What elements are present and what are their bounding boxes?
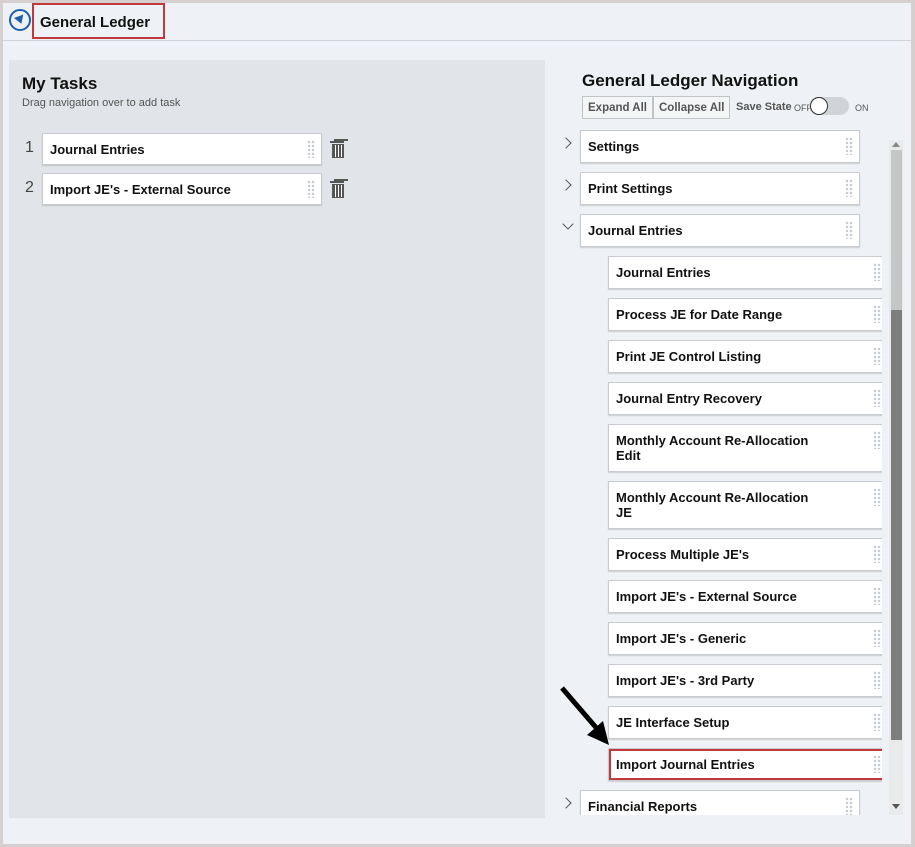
trash-icon[interactable] xyxy=(330,140,344,158)
drag-handle-icon[interactable] xyxy=(873,347,881,365)
drag-handle-icon[interactable] xyxy=(845,797,853,815)
nav-item[interactable]: Process Multiple JE's xyxy=(552,538,882,571)
nav-item[interactable]: Settings xyxy=(552,130,882,163)
nav-item-label: Process JE for Date Range xyxy=(616,307,783,322)
nav-item[interactable]: Monthly Account Re-Allocation Edit xyxy=(552,424,882,472)
chevron-down-icon[interactable] xyxy=(562,218,574,230)
nav-item-card[interactable]: Process Multiple JE's xyxy=(608,538,882,571)
drag-handle-icon[interactable] xyxy=(873,545,881,563)
nav-item[interactable]: Import JE's - Generic xyxy=(552,622,882,655)
scroll-down-icon[interactable] xyxy=(892,804,900,809)
annotation-arrow-icon xyxy=(560,686,609,745)
nav-item[interactable]: Financial Reports xyxy=(552,790,882,815)
drag-handle-icon[interactable] xyxy=(845,137,853,155)
scrollbar-thumb[interactable] xyxy=(891,310,902,740)
nav-item[interactable]: Monthly Account Re-Allocation JE xyxy=(552,481,882,529)
task-label: Import JE's - External Source xyxy=(50,182,231,197)
drag-handle-icon[interactable] xyxy=(307,140,315,158)
drag-handle-icon[interactable] xyxy=(873,431,881,449)
nav-item-card[interactable]: Monthly Account Re-Allocation JE xyxy=(608,481,882,529)
nav-item-card[interactable]: JE Interface Setup xyxy=(608,706,882,739)
nav-item-label: Import JE's - 3rd Party xyxy=(616,673,755,688)
nav-item-card[interactable]: Import JE's - External Source xyxy=(608,580,882,613)
nav-title: General Ledger Navigation xyxy=(582,71,799,90)
drag-handle-icon[interactable] xyxy=(873,629,881,647)
task-number: 1 xyxy=(25,139,34,156)
drag-handle-icon[interactable] xyxy=(845,179,853,197)
nav-item-card[interactable]: Process JE for Date Range xyxy=(608,298,882,331)
task-row[interactable]: 1 Journal Entries xyxy=(9,133,369,165)
toggle-on-label: ON xyxy=(855,103,869,113)
scrollbar[interactable] xyxy=(889,140,903,815)
task-number: 2 xyxy=(25,179,34,196)
drag-handle-icon[interactable] xyxy=(873,305,881,323)
chevron-right-icon[interactable] xyxy=(560,179,572,191)
nav-item[interactable]: Journal Entries xyxy=(552,214,882,247)
nav-item[interactable]: Journal Entry Recovery xyxy=(552,382,882,415)
my-tasks-title: My Tasks xyxy=(22,74,98,93)
nav-item-label: Settings xyxy=(588,139,640,154)
my-tasks-subtitle: Drag navigation over to add task xyxy=(22,97,181,109)
drag-handle-icon[interactable] xyxy=(873,488,881,506)
nav-item-label: Journal Entry Recovery xyxy=(616,391,762,406)
nav-item[interactable]: Journal Entries xyxy=(552,256,882,289)
nav-item-label: Import JE's - External Source xyxy=(616,589,797,604)
my-tasks-panel: My Tasks Drag navigation over to add tas… xyxy=(9,60,545,818)
drag-handle-icon[interactable] xyxy=(845,221,853,239)
nav-item-card[interactable]: Print Settings xyxy=(580,172,860,205)
nav-item-label: JE Interface Setup xyxy=(616,715,730,730)
nav-item[interactable]: Print Settings xyxy=(552,172,882,205)
task-row[interactable]: 2 Import JE's - External Source xyxy=(9,173,369,205)
drag-handle-icon[interactable] xyxy=(873,713,881,731)
nav-item[interactable]: Print JE Control Listing xyxy=(552,340,882,373)
nav-item-label: Monthly Account Re-Allocation Edit xyxy=(616,433,809,463)
nav-item-label: Process Multiple JE's xyxy=(616,547,750,562)
nav-item[interactable]: Process JE for Date Range xyxy=(552,298,882,331)
chevron-right-icon[interactable] xyxy=(560,137,572,149)
trash-icon[interactable] xyxy=(330,180,344,198)
nav-item-card[interactable]: Settings xyxy=(580,130,860,163)
page-title: General Ledger xyxy=(32,3,165,39)
drag-handle-icon[interactable] xyxy=(307,180,315,198)
drag-handle-icon[interactable] xyxy=(873,587,881,605)
nav-item-card[interactable]: Journal Entry Recovery xyxy=(608,382,882,415)
nav-item-label: Import JE's - Generic xyxy=(616,631,747,646)
nav-item[interactable]: Import JE's - External Source xyxy=(552,580,882,613)
drag-handle-icon[interactable] xyxy=(873,671,881,689)
nav-item-card[interactable]: Journal Entries xyxy=(580,214,860,247)
nav-item-card[interactable]: Import JE's - Generic xyxy=(608,622,882,655)
drag-handle-icon[interactable] xyxy=(873,263,881,281)
task-label: Journal Entries xyxy=(50,142,145,157)
save-state-toggle[interactable] xyxy=(809,97,849,115)
nav-item-card[interactable]: Import Journal Entries xyxy=(608,748,882,781)
nav-item-card[interactable]: Journal Entries xyxy=(608,256,882,289)
nav-item-label: Journal Entries xyxy=(616,265,711,280)
expand-all-button[interactable]: Expand All xyxy=(582,96,653,119)
nav-item-label: Monthly Account Re-Allocation JE xyxy=(616,490,809,520)
save-state-label: Save State xyxy=(736,101,792,113)
nav-item-label: Import Journal Entries xyxy=(616,757,755,772)
nav-item-label: Print JE Control Listing xyxy=(616,349,762,364)
funnel-logo-icon[interactable] xyxy=(9,9,31,31)
nav-item-label: Financial Reports xyxy=(588,799,698,814)
task-card[interactable]: Journal Entries xyxy=(42,133,322,165)
task-card[interactable]: Import JE's - External Source xyxy=(42,173,322,205)
nav-item-card[interactable]: Import JE's - 3rd Party xyxy=(608,664,882,697)
nav-item-card[interactable]: Financial Reports xyxy=(580,790,860,815)
nav-item-card[interactable]: Print JE Control Listing xyxy=(608,340,882,373)
chevron-right-icon[interactable] xyxy=(560,797,572,809)
scroll-up-icon[interactable] xyxy=(892,142,900,147)
nav-item-label: Journal Entries xyxy=(588,223,683,238)
nav-item-card[interactable]: Monthly Account Re-Allocation Edit xyxy=(608,424,882,472)
collapse-all-button[interactable]: Collapse All xyxy=(653,96,731,119)
scrollbar-track[interactable] xyxy=(891,150,902,310)
header: General Ledger xyxy=(3,3,911,41)
nav-item-label: Print Settings xyxy=(588,181,673,196)
drag-handle-icon[interactable] xyxy=(873,755,881,773)
drag-handle-icon[interactable] xyxy=(873,389,881,407)
